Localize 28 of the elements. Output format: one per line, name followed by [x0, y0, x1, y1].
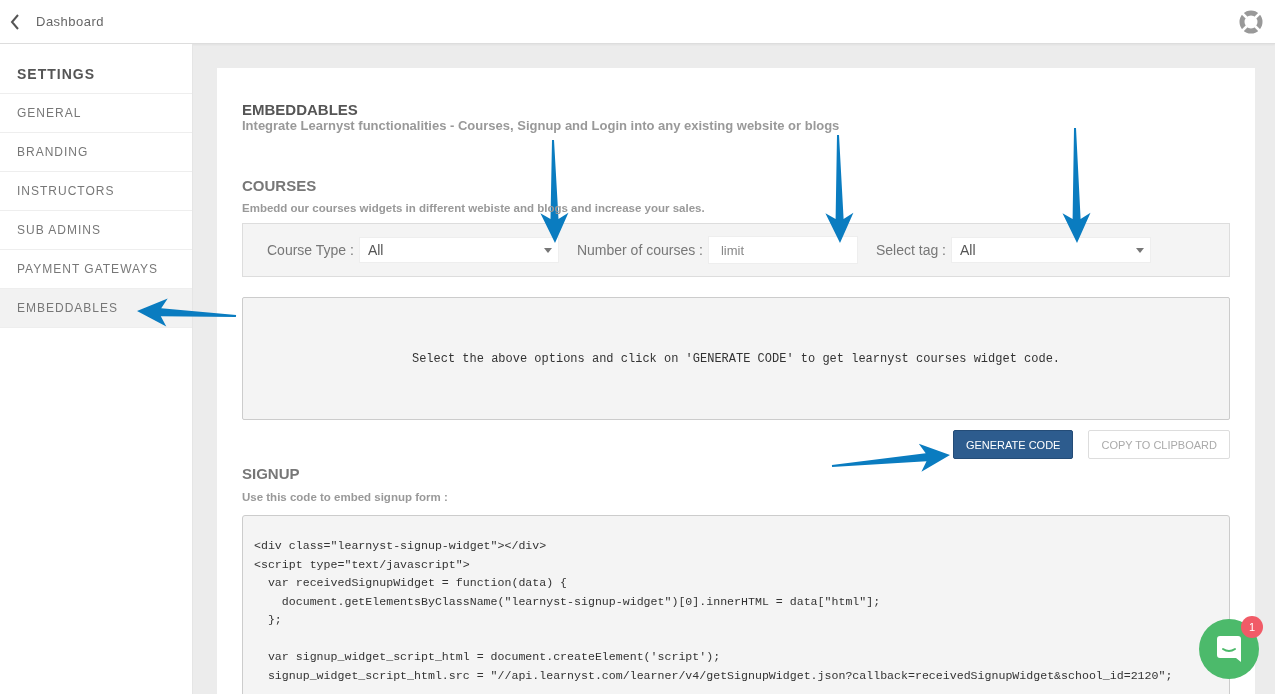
- code-text: <div class="learnyst-signup-widget"></div> <script type="text/javascript"> var receivedSignupWidget = function(data) { document.getElementsByClassName("learnyst-signup-widget")[0].innerHTML = data["html"]; }; var signup_widget_script_html = document.createElement('script'); signup_widget_script_html.src = "//api.learnyst.com/learner/v4/getSignupWidget.json?callback=receivedSignupWidget&school_id=2120";: [254, 538, 1174, 684]
- dropdown[interactable]: All: [358, 237, 559, 263]
- section-title: COURSES: [242, 177, 318, 194]
- filter-label: Course Type :: [267, 242, 354, 258]
- sidebar-item[interactable]: INSTRUCTORS: [0, 172, 192, 211]
- page-title: EMBEDDABLES: [242, 101, 359, 118]
- section-title: SIGNUP: [242, 465, 300, 482]
- dropdown[interactable]: All: [951, 237, 1151, 263]
- notification-badge: 1: [1241, 616, 1263, 638]
- filter-label: Number of courses :: [576, 242, 703, 258]
- output-message: Select the above options and click on 'GENERATE CODE' to get learnyst courses widget code.: [411, 351, 1061, 366]
- sidebar-title: SETTINGS: [0, 44, 192, 94]
- sidebar-item[interactable]: BRANDING: [0, 133, 192, 172]
- input-field[interactable]: limit: [707, 236, 858, 264]
- chevron-left-icon: [10, 13, 20, 30]
- page-subtitle: Integrate Learnyst functionalities - Courses, Signup and Login into any existing website or blogs: [242, 118, 841, 133]
- copy-button[interactable]: COPY TO CLIPBOARD: [1088, 430, 1230, 459]
- sidebar-item[interactable]: EMBEDDABLES: [0, 289, 192, 328]
- lifebuoy-icon[interactable]: [1239, 9, 1263, 34]
- back-link[interactable]: Dashboard: [10, 13, 105, 30]
- section-subtitle: Use this code to embed signup form :: [242, 491, 449, 503]
- filter-label: Select tag :: [875, 242, 946, 258]
- caret-icon: [543, 247, 552, 253]
- caret-icon: [1136, 247, 1144, 253]
- sidebar-item[interactable]: GENERAL: [0, 94, 192, 133]
- chat-bubble-icon: [1214, 635, 1244, 663]
- sidebar-item[interactable]: SUB ADMINS: [0, 211, 192, 250]
- generate-button[interactable]: GENERATE CODE: [952, 430, 1074, 459]
